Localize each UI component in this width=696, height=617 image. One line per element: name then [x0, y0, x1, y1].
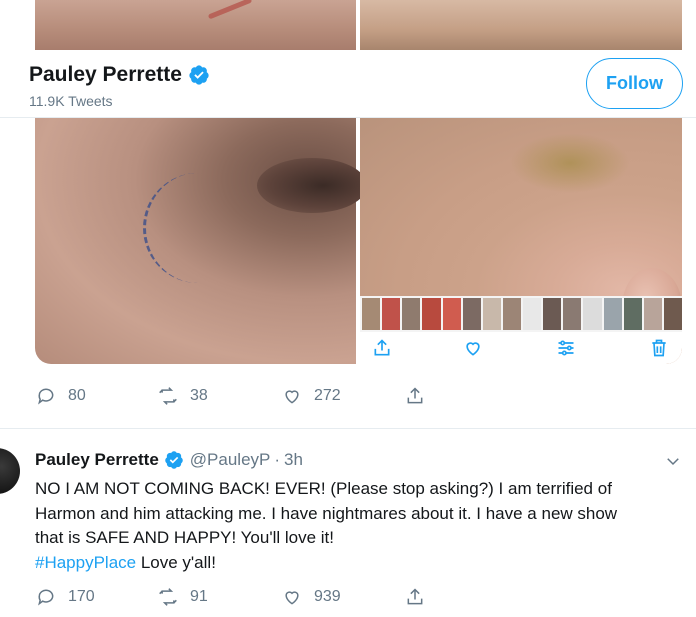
tweet2-header: Pauley Perrette @PauleyP · 3h — [35, 450, 303, 470]
author-handle[interactable]: @PauleyP — [190, 450, 271, 470]
tweet-text-line-last: #HappyPlace Love y'all! — [35, 551, 680, 576]
chevron-down-icon[interactable] — [664, 452, 682, 470]
heart-icon — [285, 390, 299, 404]
hashtag-link[interactable]: #HappyPlace — [35, 553, 136, 572]
heart-icon — [285, 591, 299, 605]
retweet-button[interactable]: 38 — [158, 386, 208, 406]
photo-eye-stitches[interactable] — [35, 118, 367, 364]
share-icon — [407, 387, 423, 404]
thumbnail[interactable] — [462, 298, 481, 330]
thumbnail[interactable] — [382, 298, 401, 330]
avatar[interactable] — [0, 448, 20, 494]
tweet-timestamp[interactable]: 3h — [284, 450, 303, 470]
profile-name-row: Pauley Perrette — [29, 63, 210, 87]
heart-icon[interactable] — [463, 338, 483, 358]
tweet2-actions: 170 91 939 — [36, 587, 456, 611]
thumbnail[interactable] — [502, 298, 521, 330]
photo-top-right[interactable] — [360, 0, 682, 50]
separator-dot: · — [274, 450, 281, 469]
adjust-icon[interactable] — [556, 338, 576, 358]
thumbnail[interactable] — [563, 298, 582, 330]
like-count: 272 — [314, 387, 341, 404]
share-icon — [407, 588, 423, 605]
like-button[interactable]: 272 — [282, 386, 341, 406]
follow-button[interactable]: Follow — [586, 58, 683, 109]
trash-icon[interactable] — [649, 338, 669, 358]
tweet-text-line: that is SAFE AND HAPPY! You'll love it! — [35, 528, 334, 547]
photo-thumbnail-strip[interactable] — [360, 296, 682, 332]
bruise-detail — [510, 133, 630, 193]
scar-detail — [207, 0, 253, 20]
reply-icon — [38, 388, 54, 405]
reply-button[interactable]: 170 — [36, 587, 95, 607]
thumbnail[interactable] — [663, 298, 682, 330]
thumbnail[interactable] — [523, 298, 542, 330]
reply-icon — [38, 589, 54, 606]
thumbnail[interactable] — [583, 298, 602, 330]
retweet-button[interactable]: 91 — [158, 587, 208, 607]
thumbnail[interactable] — [482, 298, 501, 330]
tweet-text-line: NO I AM NOT COMING BACK! EVER! (Please s… — [35, 479, 612, 498]
retweet-icon — [159, 588, 177, 606]
reply-count: 80 — [68, 387, 86, 404]
thumbnail[interactable] — [402, 298, 421, 330]
stitches-detail — [143, 173, 253, 283]
tweet-text-tail: Love y'all! — [136, 552, 216, 572]
tweet1-actions: 80 38 272 — [36, 386, 456, 410]
verified-badge-icon — [165, 451, 183, 469]
like-button[interactable]: 939 — [282, 587, 341, 607]
thumbnail[interactable] — [442, 298, 461, 330]
retweet-count: 91 — [190, 588, 208, 605]
thumbnail[interactable] — [362, 298, 381, 330]
tweet-count: 11.9K Tweets — [29, 93, 113, 109]
tweet-text: NO I AM NOT COMING BACK! EVER! (Please s… — [35, 477, 680, 575]
share-button[interactable] — [405, 587, 437, 607]
eye-detail — [257, 158, 367, 213]
tweet-media-grid — [35, 118, 682, 364]
like-count: 939 — [314, 588, 341, 605]
share-icon[interactable] — [372, 338, 392, 358]
retweet-count: 38 — [190, 387, 208, 404]
reply-count: 170 — [68, 588, 95, 605]
previous-media-strip[interactable] — [35, 0, 682, 50]
thumbnail[interactable] — [603, 298, 622, 330]
profile-name[interactable]: Pauley Perrette — [29, 63, 182, 87]
photo-top-left[interactable] — [35, 0, 356, 50]
thumbnail[interactable] — [543, 298, 562, 330]
photo-toolbar — [360, 332, 682, 364]
reply-button[interactable]: 80 — [36, 386, 86, 406]
tweet-divider — [0, 428, 696, 429]
author-name[interactable]: Pauley Perrette — [35, 450, 159, 470]
tweet-text-line: Harmon and him attacking me. I have nigh… — [35, 503, 618, 523]
thumbnail[interactable] — [623, 298, 642, 330]
verified-badge-icon — [189, 65, 209, 85]
thumbnail[interactable] — [422, 298, 441, 330]
share-button[interactable] — [405, 386, 437, 406]
thumbnail[interactable] — [643, 298, 662, 330]
retweet-icon — [159, 387, 177, 405]
